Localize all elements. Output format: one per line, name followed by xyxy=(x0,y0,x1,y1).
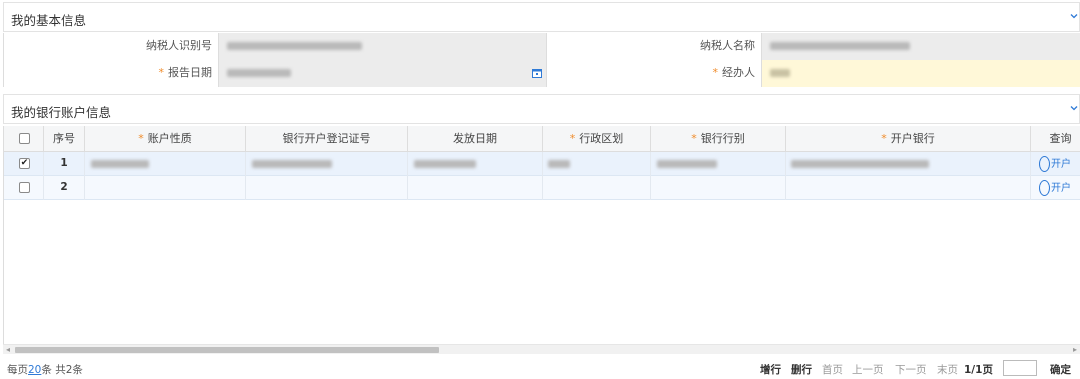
circle-icon xyxy=(1039,156,1050,172)
table-row[interactable]: 2 开户 xyxy=(4,176,1080,200)
query-bank-link[interactable]: 开户 xyxy=(1039,155,1071,172)
taxpayer-id-field xyxy=(219,33,547,60)
query-bank-link[interactable]: 开户 xyxy=(1039,179,1071,196)
page-info: 1/1页 xyxy=(964,364,993,376)
circle-icon xyxy=(1039,180,1050,196)
next-page-button[interactable]: 下一页 xyxy=(895,362,927,377)
col-registration-no: 银行开户登记证号 xyxy=(246,126,408,152)
taxpayer-id-value xyxy=(227,42,362,50)
col-bank-name: * 开户银行 xyxy=(786,126,1031,152)
page-number-input[interactable] xyxy=(1003,360,1037,376)
taxpayer-name-field xyxy=(762,33,1080,60)
info-row-1: 纳税人识别号 纳税人名称 xyxy=(4,33,1080,60)
row-index: 1 xyxy=(44,152,85,176)
region-cell[interactable] xyxy=(543,152,651,176)
row-checkbox[interactable] xyxy=(19,182,30,193)
select-all-cell xyxy=(4,126,44,152)
registration-no-cell[interactable] xyxy=(246,176,408,200)
agent-field[interactable] xyxy=(762,60,1080,87)
report-date-label: * 报告日期 xyxy=(4,60,219,87)
row-checkbox-cell xyxy=(4,176,44,200)
taxpayer-name-value xyxy=(770,42,910,50)
basic-info-title: 我的基本信息 xyxy=(11,13,87,28)
report-date-value xyxy=(227,69,291,77)
account-type-cell[interactable] xyxy=(85,152,246,176)
grid-footer: 每页20条 共2条 增行 删行 首页 上一页 下一页 末页 1/1页 确定 xyxy=(0,356,1080,379)
taxpayer-name-label: 纳税人名称 xyxy=(547,33,762,60)
row-index: 2 xyxy=(44,176,85,200)
add-row-button[interactable]: 增行 xyxy=(760,362,781,377)
bank-category-cell[interactable] xyxy=(651,176,786,200)
basic-info-form: 纳税人识别号 纳税人名称 * 报告日期 * 经办人 xyxy=(3,33,1080,87)
bank-account-grid: 序号 * 账户性质 银行开户登记证号 发放日期 * 行政区划 * 银行行别 * 开户银行… xyxy=(3,126,1080,344)
report-date-field[interactable] xyxy=(219,60,547,87)
col-issue-date: 发放日期 xyxy=(408,126,543,152)
issue-date-cell[interactable] xyxy=(408,176,543,200)
col-account-type: * 账户性质 xyxy=(85,126,246,152)
registration-no-cell[interactable] xyxy=(246,152,408,176)
grid-header: 序号 * 账户性质 银行开户登记证号 发放日期 * 行政区划 * 银行行别 * 开户银行… xyxy=(4,126,1080,152)
bank-info-title: 我的银行账户信息 xyxy=(11,105,112,120)
confirm-page-button[interactable]: 确定 xyxy=(1050,362,1071,377)
row-checkbox-checked[interactable]: ✔ xyxy=(19,158,30,169)
col-query: 查询 xyxy=(1031,126,1080,152)
page-size-link[interactable]: 20 xyxy=(28,364,41,376)
pager: 增行 删行 首页 上一页 下一页 末页 1/1页 确定 xyxy=(760,360,1080,376)
delete-row-button[interactable]: 删行 xyxy=(791,362,812,377)
last-page-button[interactable]: 末页 xyxy=(937,362,958,377)
page-size-info: 每页20条 共2条 xyxy=(7,364,83,376)
basic-info-header[interactable]: 我的基本信息 xyxy=(3,2,1080,32)
bank-category-cell[interactable] xyxy=(651,152,786,176)
horizontal-scrollbar[interactable]: ◂ ▸ xyxy=(3,344,1080,354)
table-row[interactable]: ✔ 1 开户 xyxy=(4,152,1080,176)
info-row-2: * 报告日期 * 经办人 xyxy=(4,60,1080,87)
col-bank-category: * 银行行别 xyxy=(651,126,786,152)
select-all-checkbox[interactable] xyxy=(19,133,30,144)
prev-page-button[interactable]: 上一页 xyxy=(852,362,884,377)
bank-name-cell[interactable] xyxy=(786,176,1031,200)
scroll-left-arrow[interactable]: ◂ xyxy=(6,345,10,355)
row-checkbox-cell: ✔ xyxy=(4,152,44,176)
agent-value xyxy=(770,69,790,77)
region-cell[interactable] xyxy=(543,176,651,200)
col-index: 序号 xyxy=(44,126,85,152)
scroll-right-arrow[interactable]: ▸ xyxy=(1073,345,1077,355)
bank-name-cell[interactable] xyxy=(786,152,1031,176)
chevron-down-icon[interactable] xyxy=(1069,103,1079,113)
calendar-icon[interactable] xyxy=(532,68,542,81)
first-page-button[interactable]: 首页 xyxy=(822,362,843,377)
col-region: * 行政区划 xyxy=(543,126,651,152)
account-type-cell[interactable] xyxy=(85,176,246,200)
bank-info-header[interactable]: 我的银行账户信息 xyxy=(3,94,1080,124)
chevron-down-icon[interactable] xyxy=(1069,11,1079,21)
scrollbar-thumb[interactable] xyxy=(15,347,439,353)
agent-label: * 经办人 xyxy=(547,60,762,87)
taxpayer-id-label: 纳税人识别号 xyxy=(4,33,219,60)
issue-date-cell[interactable] xyxy=(408,152,543,176)
query-cell: 开户 xyxy=(1031,176,1080,200)
query-cell: 开户 xyxy=(1031,152,1080,176)
